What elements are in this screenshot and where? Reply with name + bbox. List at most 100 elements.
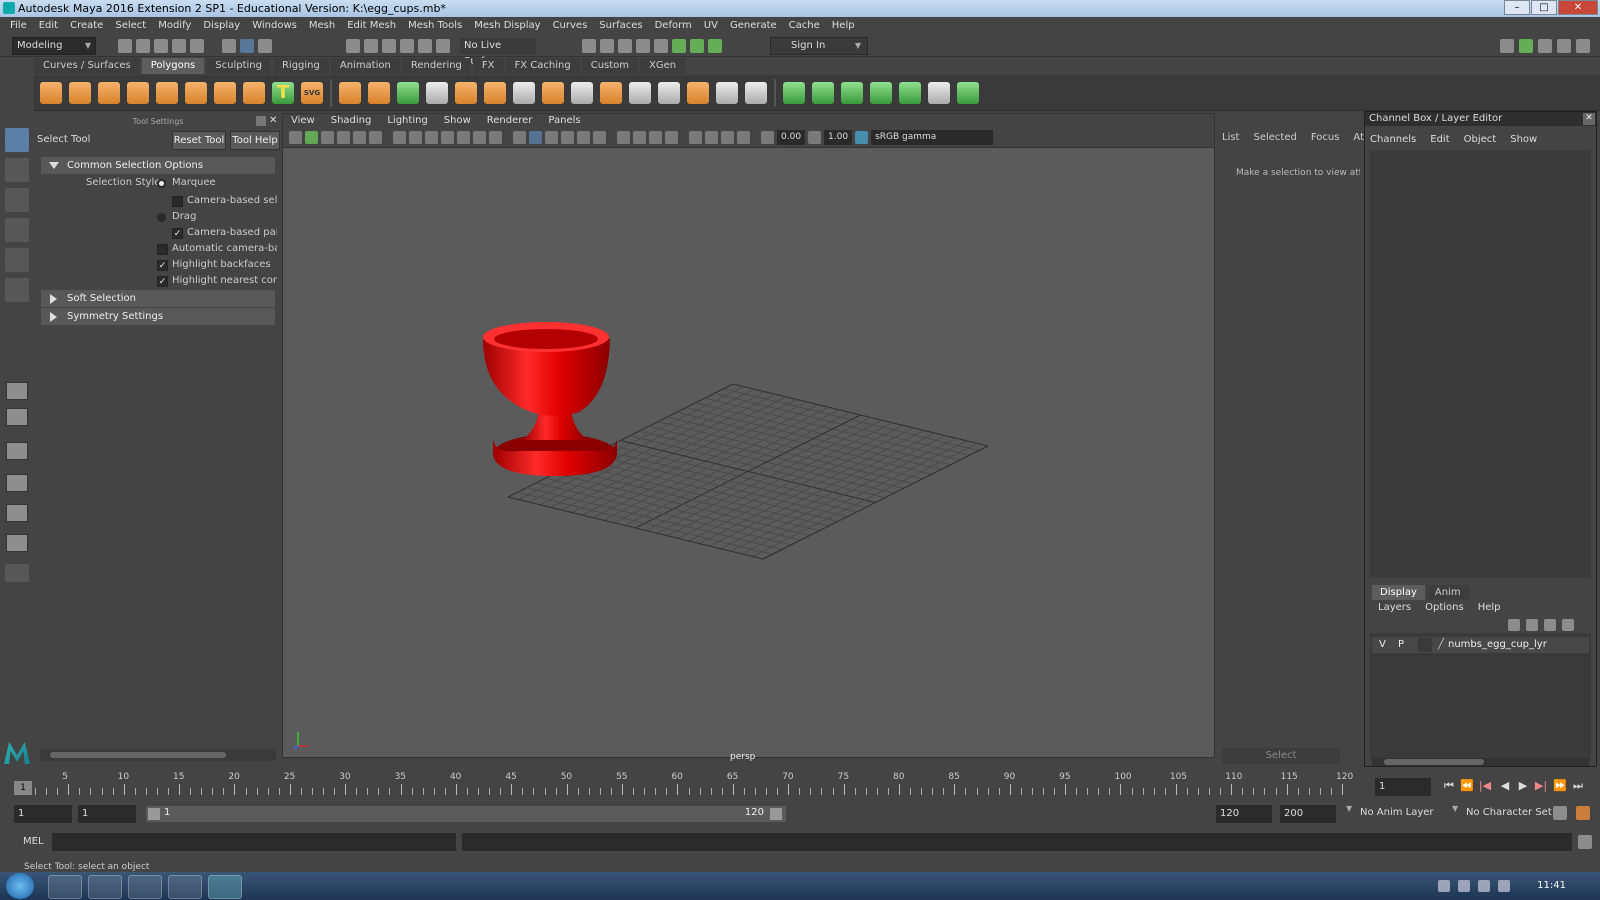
script-editor-icon[interactable] [1578,835,1592,849]
resolution-gate-icon[interactable] [425,131,438,144]
view-transform-dropdown[interactable]: sRGB gamma [871,130,994,145]
command-language-label[interactable]: MEL [23,836,44,847]
single-perspective-layout-icon[interactable] [6,382,28,400]
egg-cup-model[interactable] [483,322,617,476]
tool-settings-toggle-icon[interactable] [1519,39,1533,53]
boolean-icon[interactable] [745,81,767,104]
automatic-camera-based-checkbox[interactable] [157,244,168,255]
anim-layer-dropdown[interactable]: No Anim Layer [1360,807,1434,818]
default-lighting-icon[interactable] [545,131,558,144]
menu-surfaces[interactable]: Surfaces [593,17,648,35]
combine-icon[interactable] [339,81,361,104]
viewport-menu-shading[interactable]: Shading [323,114,380,128]
go-to-end-icon[interactable]: ⏭ [1571,779,1585,793]
target-weld-icon[interactable] [716,81,738,104]
viewport-menu-lighting[interactable]: Lighting [379,114,435,128]
outliner-toggle-icon[interactable] [1557,39,1571,53]
poly-plane-icon[interactable] [156,81,178,104]
character-set-dropdown[interactable]: No Character Set [1466,807,1552,818]
layer-tab-anim[interactable]: Anim [1426,585,1469,600]
layer-tab-display[interactable]: Display [1372,585,1425,600]
planar-uv-icon[interactable] [783,81,805,104]
play-backwards-icon[interactable]: ◀ [1498,779,1512,793]
select-object-icon[interactable] [240,39,254,53]
shelf-tab-rigging[interactable]: Rigging [272,58,329,74]
le-menu-layers[interactable]: Layers [1378,602,1411,613]
gate-mask-icon[interactable] [441,131,454,144]
menu-cache[interactable]: Cache [783,17,826,35]
fill-hole-icon[interactable] [600,81,622,104]
snap-view-icon[interactable] [400,39,414,53]
auto-key-icon[interactable] [1553,806,1567,820]
end-time-field[interactable]: 200 [1280,805,1336,823]
persp-hypershade-layout-icon[interactable] [6,504,28,522]
start-button-icon[interactable] [6,873,34,899]
float-panel-icon[interactable] [256,116,266,126]
ipr-render-icon[interactable] [636,39,650,53]
animation-preferences-icon[interactable] [1576,806,1590,820]
menu-mesh-tools[interactable]: Mesh Tools [402,17,468,35]
common-selection-frame[interactable]: Common Selection Options [41,157,275,174]
shelf-tab-custom[interactable]: Custom [581,58,639,74]
time-slider[interactable] [10,772,1370,796]
depth-of-field-icon[interactable] [665,131,678,144]
maximize-button[interactable]: □ [1531,0,1557,15]
menu-help[interactable]: Help [826,17,861,35]
shelf-tab-polygons[interactable]: Polygons [141,58,205,74]
screen-space-ao-icon[interactable] [617,131,630,144]
anim-layer-dropdown-arrow-icon[interactable]: ▼ [1346,804,1352,813]
shelf-tab-fx[interactable]: FX [472,58,504,74]
tool-settings-scrollbar[interactable] [40,749,276,761]
layer-name[interactable]: numbs_egg_cup_lyr [1448,638,1547,652]
camera-based-paint-checkbox[interactable]: ✓ [172,228,183,239]
viewport-menu-renderer[interactable]: Renderer [479,114,541,128]
merge-icon[interactable] [571,81,593,104]
channel-box-close-icon[interactable]: ✕ [1583,113,1595,125]
uv-editor-icon[interactable] [928,81,950,104]
drag-radio[interactable] [157,213,166,222]
select-component-icon[interactable] [258,39,272,53]
le-menu-options[interactable]: Options [1425,602,1464,613]
poly-cone-icon[interactable] [127,81,149,104]
redo-icon[interactable] [190,39,204,53]
chrome-taskbar-icon[interactable] [168,875,202,899]
snap-surface-icon[interactable] [418,39,432,53]
poly-cube-icon[interactable] [69,81,91,104]
hypershade-icon[interactable] [654,39,668,53]
step-back-frame-icon[interactable]: ⏪ [1460,779,1474,793]
live-surface-field[interactable]: No Live Surface [460,38,536,67]
mirror-icon[interactable] [397,81,419,104]
lights-icon[interactable] [577,131,590,144]
xray-components-icon[interactable] [737,131,750,144]
field-chart-icon[interactable] [457,131,470,144]
sign-in-dropdown[interactable]: Sign In [770,37,868,55]
gamma-field[interactable]: 1.00 [824,130,853,145]
character-set-dropdown-arrow-icon[interactable]: ▼ [1452,804,1458,813]
persp-uv-layout-icon[interactable] [6,534,28,552]
menu-mesh-display[interactable]: Mesh Display [468,17,546,35]
viewport-scene[interactable] [283,114,1214,757]
menu-create[interactable]: Create [64,17,109,35]
color-management-icon[interactable] [855,131,869,144]
ae-tab-selected[interactable]: Selected [1253,132,1296,143]
go-to-start-icon[interactable]: ⏮ [1442,779,1456,793]
viewport-panel[interactable] [282,113,1215,758]
menu-curves[interactable]: Curves [547,17,594,35]
grease-pencil-icon[interactable] [369,131,382,144]
layer-playback-toggle[interactable]: P [1398,638,1404,652]
menu-file[interactable]: File [4,17,33,35]
textured-icon[interactable] [561,131,574,144]
ae-tab-list[interactable]: List [1222,132,1239,143]
render-current-icon[interactable] [618,39,632,53]
spherical-uv-icon[interactable] [841,81,863,104]
new-empty-layer-icon[interactable] [1544,619,1556,631]
poly-sphere-icon[interactable] [40,81,62,104]
isolate-select-icon[interactable] [689,131,702,144]
render-view-icon[interactable] [600,39,614,53]
smooth-shade-icon[interactable] [529,131,542,144]
bevel-icon[interactable] [455,81,477,104]
automatic-uv-icon[interactable] [870,81,892,104]
camera-attributes-icon[interactable] [305,131,318,144]
mode-dropdown[interactable]: Modeling [12,37,96,55]
unfold-uv-icon[interactable] [899,81,921,104]
